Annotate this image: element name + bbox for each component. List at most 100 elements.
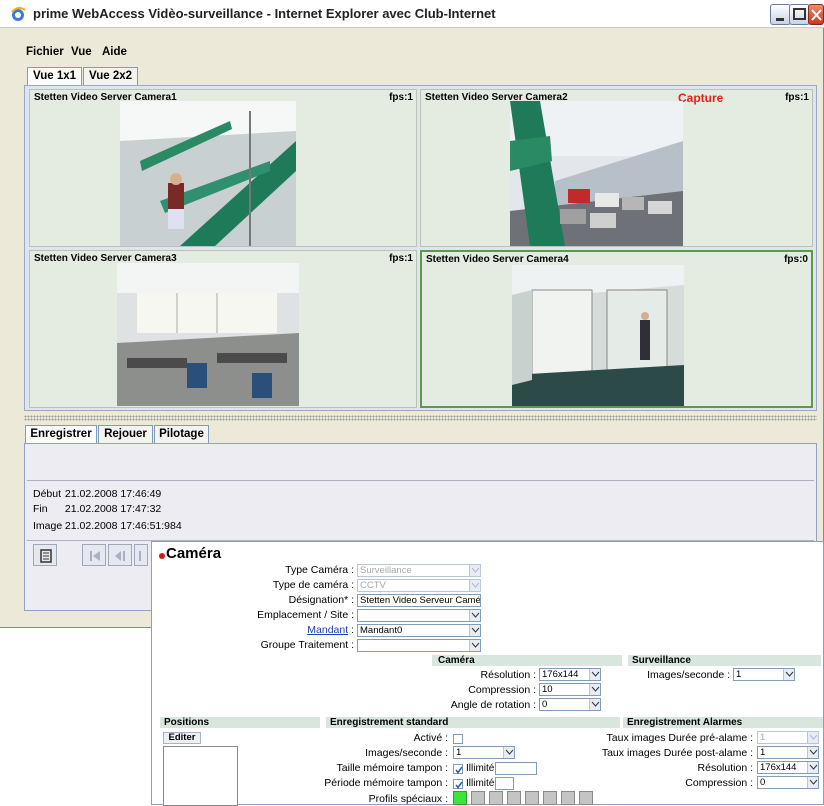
angle-rotation-label: Angle de rotation :	[450, 699, 536, 711]
tab-rejouer[interactable]: Rejouer	[98, 425, 153, 443]
chevron-down-icon	[469, 565, 480, 576]
special-profiles-label: Profils spéciaux :	[368, 793, 448, 805]
minimize-button[interactable]	[770, 4, 791, 25]
mandant-value: Mandant0	[360, 625, 403, 636]
positions-list[interactable]	[163, 746, 238, 806]
compression-label: Compression :	[468, 684, 536, 696]
mandant-link[interactable]: Mandant	[307, 624, 348, 636]
alarm-compression-select[interactable]: 0	[757, 776, 819, 789]
alarm-resolution-value: 176x144	[760, 762, 797, 773]
close-button[interactable]	[808, 4, 824, 25]
active-checkbox[interactable]	[453, 734, 463, 744]
step-back-button[interactable]	[108, 544, 132, 566]
mandant-colon: :	[351, 624, 354, 636]
buffer-period-label: Période mémoire tampon :	[324, 777, 448, 789]
chevron-down-icon	[469, 640, 480, 651]
divider	[27, 480, 814, 481]
profile-slot-7[interactable]	[561, 791, 575, 805]
section-camera-title: Caméra	[438, 655, 475, 666]
profile-slot-3[interactable]	[489, 791, 503, 805]
mandant-select[interactable]: Mandant0	[357, 624, 481, 637]
section-surveillance: Surveillance	[628, 655, 821, 666]
section-std-recording: Enregistrement standard	[326, 717, 620, 728]
step-back-icon	[115, 551, 125, 561]
type-camera-select[interactable]: Surveillance	[357, 564, 481, 577]
maximize-button[interactable]	[789, 4, 810, 25]
internet-explorer-icon	[11, 6, 26, 21]
std-ips-select[interactable]: 1	[453, 746, 515, 759]
period-unlimited-checkbox[interactable]	[453, 779, 463, 789]
fin-label: Fin	[33, 503, 48, 515]
chevron-down-icon	[469, 580, 480, 591]
designation-input[interactable]: Stetten Video Serveur Caméra1	[357, 594, 481, 607]
first-frame-button[interactable]	[82, 544, 106, 566]
type-de-camera-select[interactable]: CCTV	[357, 579, 481, 592]
profile-slot-6[interactable]	[543, 791, 557, 805]
list-icon	[40, 549, 52, 563]
groupe-traitement-select[interactable]	[357, 639, 481, 652]
splitter-handle[interactable]	[24, 415, 817, 421]
bullet-icon	[159, 553, 165, 559]
active-label: Activé :	[413, 732, 448, 744]
buffer-period-input[interactable]	[495, 777, 514, 790]
tab-enregistrer[interactable]: Enregistrer	[25, 425, 97, 443]
fin-value: 21.02.2008 17:47:32	[64, 503, 162, 515]
section-camera: Caméra	[432, 655, 622, 666]
tab-vue-2x2[interactable]: Vue 2x2	[83, 67, 138, 85]
list-button[interactable]	[33, 544, 57, 566]
surveillance-ips-select[interactable]: 1	[733, 668, 795, 681]
compression-select[interactable]: 10	[539, 683, 601, 696]
buffer-unlimited-checkbox[interactable]	[453, 764, 463, 774]
designation-label: Désignation* :	[288, 594, 354, 606]
type-de-camera-value: CCTV	[360, 580, 386, 591]
surveillance-ips-value: 1	[736, 669, 742, 680]
angle-rotation-select[interactable]: 0	[539, 698, 601, 711]
profile-slot-2[interactable]	[471, 791, 485, 805]
chevron-down-icon	[589, 669, 600, 680]
profile-slot-1[interactable]	[453, 791, 467, 805]
browser-window: prime WebAccess Vidèo-surveillance - Int…	[0, 0, 824, 628]
tab-vue-1x1[interactable]: Vue 1x1	[27, 67, 82, 85]
edit-button[interactable]: Editer	[163, 732, 201, 744]
checkmark-icon	[455, 766, 463, 774]
menu-fichier[interactable]: Fichier	[26, 46, 64, 58]
pre-alarm-label: Taux images Durée pré-alame :	[606, 732, 753, 744]
close-icon	[811, 9, 822, 21]
camera-view-4[interactable]: Stetten Video Server Camera4 fps:0	[420, 250, 813, 408]
menu-vue[interactable]: Vue	[71, 46, 92, 58]
period-unlimited-label: Illimité	[466, 778, 495, 789]
camera-image-1	[120, 101, 296, 246]
type-camera-label: Type Caméra :	[285, 564, 354, 576]
fin-row: Fin 21.02.2008 17:47:32	[33, 503, 161, 515]
buffer-size-input[interactable]	[495, 762, 537, 775]
chevron-down-icon	[469, 610, 480, 621]
checkmark-icon	[455, 781, 463, 789]
groupe-traitement-label: Groupe Traitement :	[260, 639, 354, 651]
angle-rotation-value: 0	[542, 699, 548, 710]
emplacement-select[interactable]	[357, 609, 481, 622]
buffer-size-label: Taille mémoire tampon :	[336, 762, 448, 774]
menu-aide[interactable]: Aide	[102, 46, 127, 58]
camera-view-1[interactable]: Stetten Video Server Camera1 fps:1	[29, 89, 417, 247]
resolution-select[interactable]: 176x144	[539, 668, 601, 681]
profile-slot-5[interactable]	[525, 791, 539, 805]
profile-slot-4[interactable]	[507, 791, 521, 805]
profile-slot-8[interactable]	[579, 791, 593, 805]
camera-image-2	[510, 101, 683, 246]
tab-pilotage[interactable]: Pilotage	[154, 425, 209, 443]
camera-view-3[interactable]: Stetten Video Server Camera3 fps:1	[29, 250, 417, 408]
chevron-down-icon	[807, 732, 818, 743]
alarm-compression-label: Compression :	[685, 777, 753, 789]
camera-fps: fps:1	[785, 92, 809, 103]
window-title: prime WebAccess Vidèo-surveillance - Int…	[33, 6, 496, 21]
chevron-down-icon	[807, 762, 818, 773]
std-ips-label: Images/seconde :	[365, 747, 448, 759]
post-alarm-select[interactable]: 1	[757, 746, 819, 759]
alarm-resolution-select[interactable]: 176x144	[757, 761, 819, 774]
image-value: 21.02.2008 17:46:51:984	[64, 520, 182, 532]
skip-start-icon	[90, 551, 100, 561]
pre-alarm-select[interactable]: 1	[757, 731, 819, 744]
play-back-button[interactable]	[134, 544, 148, 566]
camera-view-2[interactable]: Stetten Video Server Camera2 Capture fps…	[420, 89, 813, 247]
resolution-value: 176x144	[542, 669, 579, 680]
